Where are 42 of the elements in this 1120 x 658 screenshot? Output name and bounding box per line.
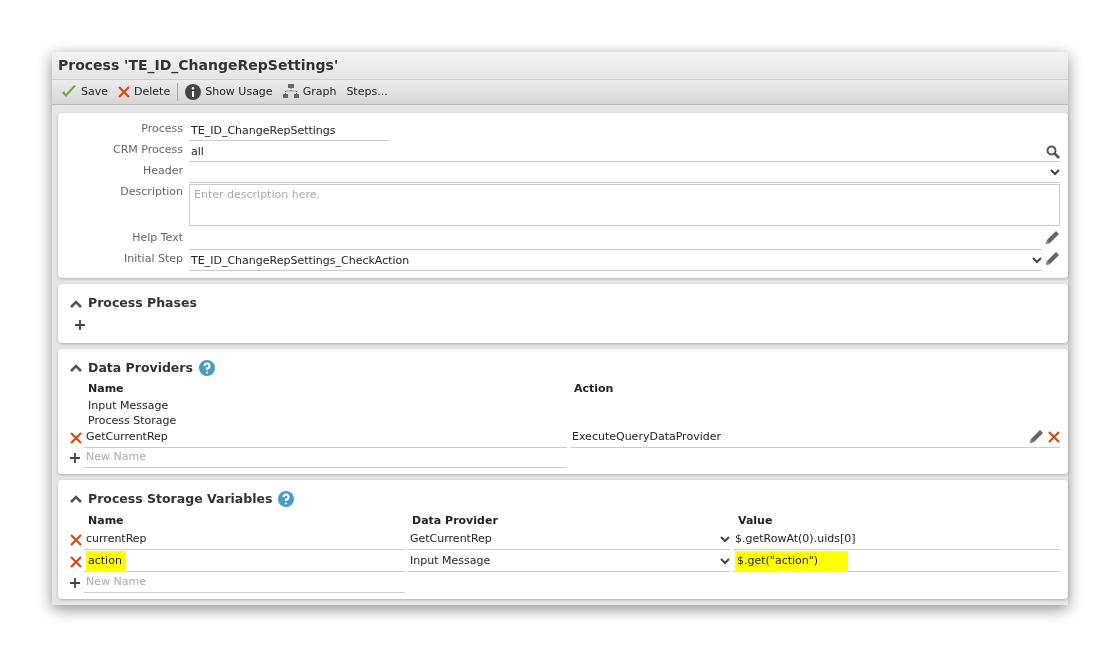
text-field[interactable]: TE_ID_ChangeRepSettings [189,121,389,142]
pencil-icon[interactable] [1044,251,1060,268]
pencil-icon[interactable] [1028,429,1044,446]
name-field[interactable]: currentRep [84,530,405,550]
section-title: Data Providers [88,358,193,377]
dropdown-field[interactable]: GetCurrentRep [408,530,730,550]
toolbar-button[interactable]: Steps... [341,81,393,103]
name-field[interactable]: GetCurrentRep [84,427,567,448]
graph-icon [282,83,299,101]
value-field[interactable]: $.getRowAt(0).uids[0] [733,530,1060,550]
field-label: Initial Step [123,251,184,268]
field-label: Help Text [131,230,184,247]
provider-name: Input Message [88,398,169,412]
provider-name: Process Storage [88,413,177,427]
field-label: Header [141,163,184,180]
search-icon[interactable] [1046,143,1060,160]
toolbar-button[interactable]: Save [56,81,113,103]
help-icon[interactable] [198,358,215,378]
info-icon [185,83,202,101]
dropdown-field[interactable]: TE_ID_ChangeRepSettings_CheckAction [189,251,1042,272]
field-label: Description [119,184,184,201]
toolbar-button[interactable]: Graph [277,81,342,103]
toolbar-button[interactable]: Delete [113,81,176,103]
field-label: CRM Process [111,142,184,159]
window-title: Process 'TE_ID_ChangeRepSettings' [58,56,339,76]
section-title: Process Storage Variables [88,489,273,508]
lookup-field[interactable]: all [189,142,1060,163]
column-header: Name [88,381,125,398]
name-field[interactable]: action [84,552,405,572]
pencil-icon[interactable] [1044,230,1060,247]
column-header: Value [738,512,773,529]
column-header: Data Provider [412,512,499,529]
help-icon[interactable] [278,489,295,509]
toolbar-button[interactable]: Show Usage [180,81,278,103]
placeholder-text: Enter description here. [194,188,320,202]
column-header: Action [574,381,614,398]
provider-class-field[interactable]: ExecuteQueryDataProvider [570,427,1060,448]
section-title: Process Phases [88,294,197,313]
dropdown-field[interactable]: Input Message [408,552,730,572]
column-header: Name [88,512,125,529]
value-field[interactable]: $.get("action") [733,552,1060,572]
field-label: Process [140,121,184,138]
